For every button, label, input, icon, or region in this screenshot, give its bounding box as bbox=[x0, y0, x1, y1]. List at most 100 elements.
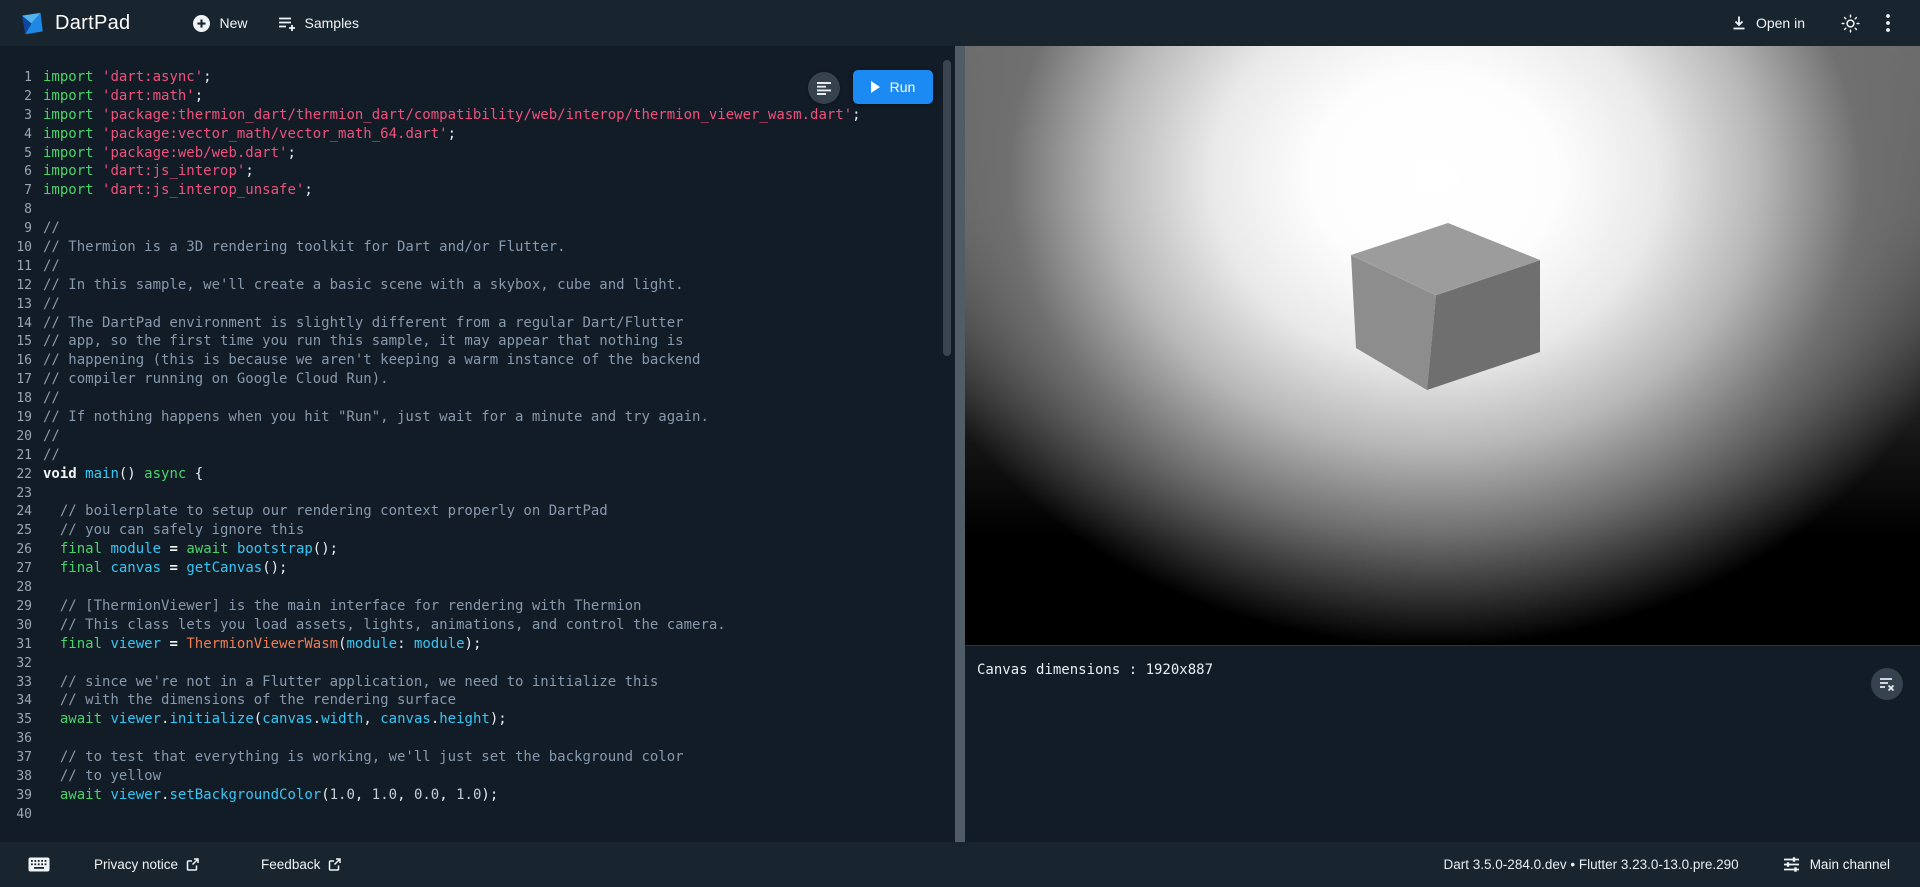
main-area: 1import 'dart:async';2import 'dart:math'… bbox=[0, 46, 1920, 842]
code-line[interactable]: 5import 'package:web/web.dart'; bbox=[0, 144, 955, 163]
version-info: Dart 3.5.0-284.0.dev • Flutter 3.23.0-13… bbox=[1444, 857, 1739, 872]
line-number: 28 bbox=[0, 578, 32, 597]
code-line[interactable]: 3import 'package:thermion_dart/thermion_… bbox=[0, 106, 955, 125]
line-number: 8 bbox=[0, 200, 32, 219]
line-number: 32 bbox=[0, 654, 32, 673]
code-line[interactable]: 20// bbox=[0, 427, 955, 446]
code-line[interactable]: 7import 'dart:js_interop_unsafe'; bbox=[0, 181, 955, 200]
line-number: 7 bbox=[0, 181, 32, 200]
code-line[interactable]: 32 bbox=[0, 654, 955, 673]
line-number: 3 bbox=[0, 106, 32, 125]
clear-console-icon bbox=[1879, 676, 1895, 692]
code-line[interactable]: 12// In this sample, we'll create a basi… bbox=[0, 276, 955, 295]
code-line[interactable]: 11// bbox=[0, 257, 955, 276]
line-number: 21 bbox=[0, 446, 32, 465]
line-number: 35 bbox=[0, 710, 32, 729]
panel-splitter[interactable] bbox=[955, 46, 965, 842]
tune-sliders-icon bbox=[1783, 856, 1800, 873]
line-number: 10 bbox=[0, 238, 32, 257]
code-line[interactable]: 19// If nothing happens when you hit "Ru… bbox=[0, 408, 955, 427]
kebab-menu-icon bbox=[1886, 14, 1890, 32]
line-number: 40 bbox=[0, 805, 32, 824]
open-in-button[interactable]: Open in bbox=[1731, 15, 1805, 31]
run-button[interactable]: Run bbox=[853, 70, 933, 104]
code-line[interactable]: 35 await viewer.initialize(canvas.width,… bbox=[0, 710, 955, 729]
code-line[interactable]: 37 // to test that everything is working… bbox=[0, 748, 955, 767]
code-line[interactable]: 29 // [ThermionViewer] is the main inter… bbox=[0, 597, 955, 616]
keyboard-shortcuts-button[interactable] bbox=[28, 857, 50, 872]
code-line[interactable]: 40 bbox=[0, 805, 955, 824]
line-number: 14 bbox=[0, 314, 32, 333]
code-line[interactable]: 39 await viewer.setBackgroundColor(1.0, … bbox=[0, 786, 955, 805]
line-number: 34 bbox=[0, 691, 32, 710]
code-line[interactable]: 13// bbox=[0, 295, 955, 314]
line-number: 13 bbox=[0, 295, 32, 314]
channel-selector[interactable]: Main channel bbox=[1783, 856, 1890, 873]
samples-button[interactable]: Samples bbox=[278, 15, 359, 31]
code-line[interactable]: 8 bbox=[0, 200, 955, 219]
code-line[interactable]: 23 bbox=[0, 484, 955, 503]
status-bar: Privacy notice Feedback Dart 3.5.0-284.0… bbox=[0, 842, 1920, 887]
code-line[interactable]: 10// Thermion is a 3D rendering toolkit … bbox=[0, 238, 955, 257]
dartpad-logo-icon bbox=[18, 10, 45, 37]
play-icon bbox=[871, 81, 880, 93]
code-line[interactable]: 17// compiler running on Google Cloud Ru… bbox=[0, 370, 955, 389]
code-line[interactable]: 21// bbox=[0, 446, 955, 465]
new-button[interactable]: New bbox=[193, 15, 247, 32]
brand: DartPad bbox=[18, 10, 130, 37]
console-panel: Canvas dimensions : 1920x887 bbox=[965, 645, 1920, 842]
cube-3d bbox=[965, 46, 1920, 645]
overflow-menu-button[interactable] bbox=[1886, 14, 1890, 32]
theme-toggle-button[interactable] bbox=[1841, 14, 1860, 33]
code-line[interactable]: 9// bbox=[0, 219, 955, 238]
code-line[interactable]: 24 // boilerplate to setup our rendering… bbox=[0, 502, 955, 521]
line-number: 36 bbox=[0, 729, 32, 748]
editor-scrollbar[interactable] bbox=[943, 60, 951, 356]
download-icon bbox=[1731, 15, 1747, 31]
line-number: 5 bbox=[0, 144, 32, 163]
keyboard-icon bbox=[28, 857, 50, 872]
code-line[interactable]: 33 // since we're not in a Flutter appli… bbox=[0, 673, 955, 692]
line-number: 39 bbox=[0, 786, 32, 805]
code-line[interactable]: 4import 'package:vector_math/vector_math… bbox=[0, 125, 955, 144]
line-number: 25 bbox=[0, 521, 32, 540]
code-line[interactable]: 28 bbox=[0, 578, 955, 597]
code-line[interactable]: 34 // with the dimensions of the renderi… bbox=[0, 691, 955, 710]
line-number: 38 bbox=[0, 767, 32, 786]
add-circle-icon bbox=[193, 15, 210, 32]
code-line[interactable]: 22void main() async { bbox=[0, 465, 955, 484]
line-number: 18 bbox=[0, 389, 32, 408]
line-number: 6 bbox=[0, 162, 32, 181]
code-line[interactable]: 16// happening (this is because we aren'… bbox=[0, 351, 955, 370]
clear-console-button[interactable] bbox=[1871, 668, 1903, 700]
code-line[interactable]: 31 final viewer = ThermionViewerWasm(mod… bbox=[0, 635, 955, 654]
code-line[interactable]: 6import 'dart:js_interop'; bbox=[0, 162, 955, 181]
code-line[interactable]: 27 final canvas = getCanvas(); bbox=[0, 559, 955, 578]
code-line[interactable]: 38 // to yellow bbox=[0, 767, 955, 786]
code-line[interactable]: 15// app, so the first time you run this… bbox=[0, 332, 955, 351]
line-number: 30 bbox=[0, 616, 32, 635]
code-line[interactable]: 14// The DartPad environment is slightly… bbox=[0, 314, 955, 333]
playlist-add-icon bbox=[278, 16, 296, 31]
line-number: 20 bbox=[0, 427, 32, 446]
preview-pane: Canvas dimensions : 1920x887 bbox=[965, 46, 1920, 842]
format-align-icon bbox=[816, 80, 832, 96]
line-number: 27 bbox=[0, 559, 32, 578]
code-line[interactable]: 18// bbox=[0, 389, 955, 408]
code-line[interactable]: 26 final module = await bootstrap(); bbox=[0, 540, 955, 559]
code-line[interactable]: 36 bbox=[0, 729, 955, 748]
line-number: 17 bbox=[0, 370, 32, 389]
line-number: 26 bbox=[0, 540, 32, 559]
code-editor[interactable]: 1import 'dart:async';2import 'dart:math'… bbox=[0, 46, 955, 842]
line-number: 19 bbox=[0, 408, 32, 427]
privacy-notice-link[interactable]: Privacy notice bbox=[94, 857, 199, 872]
code-line[interactable]: 30 // This class lets you load assets, l… bbox=[0, 616, 955, 635]
feedback-link[interactable]: Feedback bbox=[261, 857, 341, 872]
code-lines[interactable]: 1import 'dart:async';2import 'dart:math'… bbox=[0, 46, 955, 824]
page-title: DartPad bbox=[55, 12, 130, 35]
line-number: 1 bbox=[0, 68, 32, 87]
format-button[interactable] bbox=[808, 72, 840, 104]
code-line[interactable]: 25 // you can safely ignore this bbox=[0, 521, 955, 540]
render-canvas[interactable] bbox=[965, 46, 1920, 645]
line-number: 37 bbox=[0, 748, 32, 767]
